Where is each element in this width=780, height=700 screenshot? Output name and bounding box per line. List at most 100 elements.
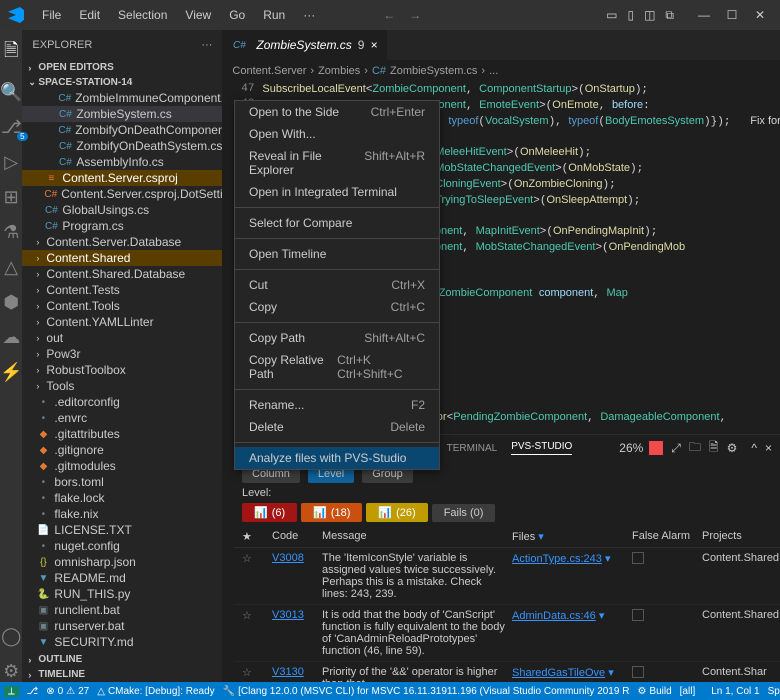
th-favorite[interactable]: ★ <box>242 530 272 543</box>
context-menu-item[interactable]: Reveal in File ExplorerShift+Alt+R <box>235 145 439 181</box>
level-filter[interactable]: 📊 (26) <box>366 503 427 522</box>
panel-tab[interactable]: TERMINAL <box>447 443 498 454</box>
file-item[interactable]: ◆.gitmodules <box>22 458 222 474</box>
menu-view[interactable]: View <box>177 4 219 26</box>
nav-back-icon[interactable]: ← <box>383 8 395 22</box>
panel-expand-icon[interactable]: ⤢ <box>671 441 681 456</box>
file-item[interactable]: •flake.nix <box>22 506 222 522</box>
favorite-star-icon[interactable]: ☆ <box>242 667 252 679</box>
layout-sidebar-icon[interactable]: ◫ <box>644 8 655 22</box>
context-menu-item[interactable]: DeleteDelete <box>235 416 439 438</box>
window-minimize[interactable]: — <box>692 3 716 27</box>
file-item[interactable]: ◆.gitattributes <box>22 426 222 442</box>
false-alarm-checkbox[interactable] <box>632 666 644 678</box>
favorite-star-icon[interactable]: ☆ <box>242 553 252 565</box>
folder-item[interactable]: › Content.Tests <box>22 282 222 298</box>
activity-settings-icon[interactable]: ⚙ <box>3 661 19 682</box>
context-menu-item[interactable]: Select for Compare <box>235 212 439 234</box>
file-item[interactable]: C#ZombifyOnDeathSystem.cs <box>22 138 222 154</box>
context-menu-item[interactable]: Open to the SideCtrl+Enter <box>235 101 439 123</box>
status-build[interactable]: ⚙ Build <box>637 686 671 697</box>
false-alarm-checkbox[interactable] <box>632 609 644 621</box>
status-branch[interactable]: ⎇ <box>27 686 39 697</box>
open-editors-section[interactable]: ›OPEN EDITORS <box>22 60 222 75</box>
context-menu-item[interactable]: Analyze files with PVS-Studio <box>235 447 439 469</box>
folder-item[interactable]: › Content.YAMLLinter <box>22 314 222 330</box>
activity-account-icon[interactable]: ◯ <box>1 626 21 647</box>
status-kit[interactable]: 🔧 [Clang 12.0.0 (MSVC CLI) for MSVC 16.1… <box>223 686 630 697</box>
workspace-section[interactable]: ⌄SPACE-STATION-14 <box>22 75 222 90</box>
context-menu-item[interactable]: Rename...F2 <box>235 394 439 416</box>
file-item[interactable]: ▼README.md <box>22 570 222 586</box>
tab-close-icon[interactable]: × <box>370 38 377 52</box>
panel-folder-icon[interactable]: 🗀 <box>689 438 701 459</box>
file-item[interactable]: 🐍RUN_THIS.py <box>22 586 222 602</box>
panel-close-icon[interactable]: × <box>765 441 772 455</box>
file-item[interactable]: •flake.lock <box>22 490 222 506</box>
timeline-section[interactable]: ›TIMELINE <box>22 667 222 682</box>
issue-row[interactable]: ☆ V3013 It is odd that the body of 'CanS… <box>234 605 780 662</box>
menu-go[interactable]: Go <box>221 4 253 26</box>
issue-file-link[interactable]: SharedGasTileOve <box>512 667 605 679</box>
menu-more[interactable]: ··· <box>295 4 323 26</box>
status-spaces[interactable]: Spaces: 4 <box>768 686 780 697</box>
folder-item[interactable]: › out <box>22 330 222 346</box>
panel-maximize-icon[interactable]: ^ <box>751 441 757 455</box>
activity-debug-icon[interactable]: ▷ <box>4 152 18 173</box>
file-item[interactable]: C#ZombieSystem.cs <box>22 106 222 122</box>
issue-file-link[interactable]: AdminData.cs:46 <box>512 610 596 622</box>
folder-item[interactable]: › Pow3r <box>22 346 222 362</box>
context-menu-item[interactable]: Copy Relative PathCtrl+K Ctrl+Shift+C <box>235 349 439 385</box>
th-code[interactable]: Code <box>272 530 322 543</box>
file-item[interactable]: C#Program.cs <box>22 218 222 234</box>
layout-custom-icon[interactable]: ⧉ <box>665 8 674 23</box>
file-item[interactable]: {}omnisharp.json <box>22 554 222 570</box>
status-errors[interactable]: ⊗ 0 ⚠ 27 <box>46 686 89 697</box>
issue-code-link[interactable]: V3008 <box>272 552 304 564</box>
activity-container-icon[interactable]: ⬢ <box>3 292 19 313</box>
issue-row[interactable]: ☆ V3130 Priority of the '&&' operator is… <box>234 662 780 682</box>
breadcrumbs[interactable]: Content.Server› Zombies› C#ZombieSystem.… <box>222 60 780 82</box>
folder-item[interactable]: › Content.Server.Database <box>22 234 222 250</box>
file-item[interactable]: ▣runclient.bat <box>22 602 222 618</box>
menu-selection[interactable]: Selection <box>110 4 175 26</box>
outline-section[interactable]: ›OUTLINE <box>22 652 222 667</box>
file-item[interactable]: •bors.toml <box>22 474 222 490</box>
file-item[interactable]: C#ZombieImmuneComponent.cs <box>22 90 222 106</box>
activity-search-icon[interactable]: 🔍 <box>0 82 22 103</box>
activity-scm-icon[interactable]: ⎇5 <box>1 117 22 138</box>
tab-zombiesystem[interactable]: C# ZombieSystem.cs 9 × <box>222 30 388 60</box>
folder-item[interactable]: › Content.Tools <box>22 298 222 314</box>
status-target[interactable]: [all] <box>680 686 696 697</box>
status-lncol[interactable]: Ln 1, Col 1 <box>711 686 759 697</box>
activity-test-icon[interactable]: ⚡ <box>0 362 22 383</box>
file-item[interactable]: C#GlobalUsings.cs <box>22 202 222 218</box>
th-projects[interactable]: Projects <box>702 530 772 543</box>
file-item[interactable]: C#AssemblyInfo.cs <box>22 154 222 170</box>
panel-save-icon[interactable]: 🗎 <box>709 438 719 459</box>
panel-tab[interactable]: PVS-STUDIO <box>511 441 572 455</box>
file-item[interactable]: ◆.gitignore <box>22 442 222 458</box>
file-item[interactable]: C#ZombifyOnDeathComponent.cs <box>22 122 222 138</box>
file-item[interactable]: ▼SECURITY.md <box>22 634 222 650</box>
activity-explorer-icon[interactable]: 🗎 <box>4 38 18 68</box>
activity-pvs-icon[interactable]: ☁ <box>2 327 20 348</box>
file-item[interactable]: •.editorconfig <box>22 394 222 410</box>
level-filter[interactable]: Fails (0) <box>432 504 496 522</box>
panel-settings-icon[interactable]: ⚙ <box>727 441 738 455</box>
favorite-star-icon[interactable]: ☆ <box>242 610 252 622</box>
activity-extensions-icon[interactable]: ⊞ <box>4 187 19 208</box>
activity-cmake-icon[interactable]: △ <box>4 257 18 278</box>
status-cmake[interactable]: △ CMake: [Debug]: Ready <box>97 686 214 697</box>
file-item[interactable]: 📄LICENSE.TXT <box>22 522 222 538</box>
th-false-alarm[interactable]: False Alarm <box>632 530 702 543</box>
nav-forward-icon[interactable]: → <box>409 8 421 22</box>
file-item[interactable]: ≡Content.Server.csproj <box>22 170 222 186</box>
issue-row[interactable]: ☆ V3008 The 'ItemIconStyle' variable is … <box>234 548 780 605</box>
false-alarm-checkbox[interactable] <box>632 552 644 564</box>
context-menu-item[interactable]: CopyCtrl+C <box>235 296 439 318</box>
status-remote[interactable]: ⟂ <box>4 686 19 697</box>
level-filter[interactable]: 📊 (6) <box>242 503 297 522</box>
layout-primary-icon[interactable]: ▭ <box>606 8 617 22</box>
th-message[interactable]: Message <box>322 530 512 543</box>
